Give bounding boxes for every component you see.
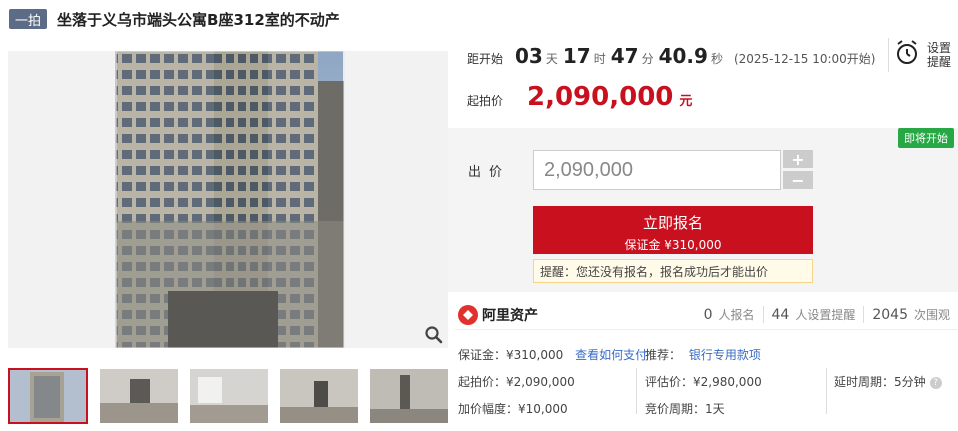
delay-period-detail: 延时周期：5分钟? — [834, 373, 942, 390]
bank-payment-link[interactable]: 银行专用款项 — [689, 348, 761, 362]
thumbnail-3[interactable] — [190, 369, 268, 423]
alarm-clock-icon — [895, 40, 919, 70]
delay-period-text: 延时周期：5分钟 — [834, 375, 926, 389]
thumbnail-strip — [8, 368, 460, 424]
decrease-bid-button[interactable]: − — [783, 171, 813, 190]
countdown-row: 距开始 03 天 17 时 47 分 40.9 秒 (2025-12-15 10… — [455, 44, 875, 74]
bid-panel: 即将开始 出价 2,090,000 + − 立即报名 保证金 ¥310,000 … — [448, 128, 958, 292]
platform-name: 阿里资产 — [482, 307, 538, 324]
bid-amount-input[interactable]: 2,090,000 — [533, 150, 781, 190]
countdown-seconds: 40.9 — [658, 44, 708, 68]
register-now-button[interactable]: 立即报名 保证金 ¥310,000 — [533, 206, 813, 254]
title-row: 一拍 坐落于义乌市端头公寓B座312室的不动产 — [9, 8, 340, 30]
stat-views-num: 2045 — [872, 307, 908, 323]
countdown-minutes: 47 — [610, 44, 639, 68]
register-button-label: 立即报名 — [642, 214, 703, 232]
stat-registrations-num: 0 — [703, 307, 713, 323]
detail-divider-2 — [826, 368, 827, 414]
help-icon[interactable]: ? — [929, 376, 942, 389]
days-unit: 天 — [545, 52, 558, 66]
building-photo — [115, 51, 345, 348]
start-price-unit: 元 — [679, 94, 693, 109]
stat-reminders-label: 人设置提醒 — [795, 308, 856, 322]
auction-round-badge: 一拍 — [9, 9, 48, 29]
countdown-label: 距开始 — [467, 52, 504, 66]
countdown-hours: 17 — [562, 44, 591, 68]
start-time-text: (2025-12-15 10:00开始) — [733, 52, 876, 66]
main-property-image[interactable] — [8, 51, 448, 348]
start-price-label: 起拍价 — [467, 94, 504, 108]
thumbnail-1[interactable] — [8, 368, 88, 424]
bid-label: 出价 — [468, 165, 511, 180]
page-title: 坐落于义乌市端头公寓B座312室的不动产 — [57, 10, 340, 29]
hours-unit: 时 — [593, 52, 606, 66]
bid-period-detail: 竞价周期：1天 — [645, 402, 725, 416]
platform-stats-row: 阿里资产 0 人报名 44 人设置提醒 2045 次围观 — [455, 300, 958, 330]
stat-views: 2045 次围观 — [863, 306, 958, 323]
deposit-info: 保证金：¥310,000 查看如何支付 — [458, 346, 647, 363]
recommend-label: 推荐： — [645, 348, 682, 362]
how-to-pay-link[interactable]: 查看如何支付 — [575, 348, 647, 362]
thumbnail-2[interactable] — [100, 369, 178, 423]
reminder-label: 设置 提醒 — [927, 41, 951, 69]
status-badge: 即将开始 — [898, 128, 954, 148]
ali-assets-icon — [458, 304, 478, 325]
zoom-icon[interactable] — [424, 325, 444, 345]
increment-detail: 加价幅度：¥10,000 — [458, 402, 568, 416]
stats-group: 0 人报名 44 人设置提醒 2045 次围观 — [696, 306, 958, 323]
thumbnail-5[interactable] — [370, 369, 448, 423]
deposit-text: 保证金：¥310,000 — [458, 348, 564, 362]
start-price-row: 起拍价 2,090,000 元 — [455, 82, 692, 116]
stat-registrations: 0 人报名 — [696, 306, 763, 323]
start-price-detail: 起拍价：¥2,090,000 — [458, 375, 575, 389]
registration-tip: 提醒：您还没有报名，报名成功后才能出价 — [533, 259, 813, 283]
deposit-label: 保证金 ¥310,000 — [624, 238, 722, 252]
reminder-label-line2: 提醒 — [927, 55, 952, 69]
thumbnail-4[interactable] — [280, 369, 358, 423]
detail-divider-1 — [636, 368, 637, 414]
start-price-value: 2,090,000 — [527, 82, 674, 112]
stat-reminders-num: 44 — [771, 307, 790, 323]
stat-views-label: 次围观 — [913, 308, 950, 322]
reminder-label-line1: 设置 — [927, 41, 952, 55]
valuation-detail: 评估价：¥2,980,000 — [645, 375, 762, 389]
stat-reminders: 44 人设置提醒 — [762, 306, 864, 323]
set-reminder-button[interactable]: 设置 提醒 — [888, 38, 954, 72]
minutes-unit: 分 — [641, 52, 654, 66]
recommend-info: 推荐： 银行专用款项 — [645, 346, 761, 363]
countdown-days: 03 — [515, 44, 543, 68]
seconds-unit: 秒 — [710, 52, 723, 66]
stat-registrations-label: 人报名 — [718, 308, 755, 322]
increase-bid-button[interactable]: + — [783, 150, 813, 169]
ali-assets-logo: 阿里资产 — [458, 304, 538, 325]
